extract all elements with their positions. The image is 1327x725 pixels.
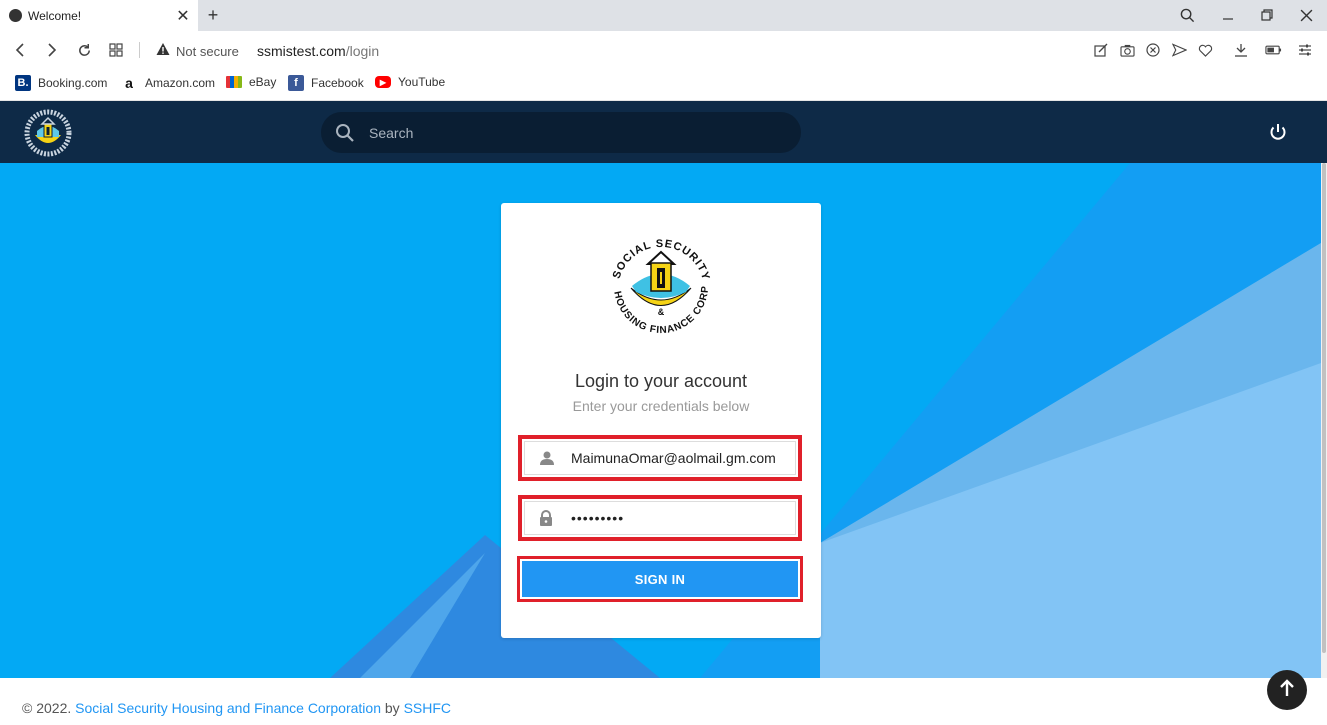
restore-icon[interactable] [1253, 3, 1281, 27]
heart-icon[interactable] [1196, 41, 1214, 59]
ebay-icon [226, 76, 242, 88]
bookmark-youtube[interactable]: ▶ YouTube [375, 75, 445, 89]
sshfc-logo-icon[interactable] [18, 109, 78, 157]
email-input[interactable] [571, 450, 791, 466]
login-card: SOCIAL SECURITY HOUSING FINANCE CORPORAT… [501, 203, 821, 638]
browser-search-icon[interactable] [1173, 3, 1201, 27]
search-bar [321, 112, 801, 153]
minimize-icon[interactable] [1214, 3, 1242, 27]
url-field[interactable]: ssmistest.com/login [257, 43, 379, 59]
back-icon[interactable] [9, 39, 31, 61]
footer-text: © 2022. Social Security Housing and Fina… [22, 700, 451, 716]
tab-favicon-icon [9, 9, 22, 22]
page-footer: © 2022. Social Security Housing and Fina… [0, 678, 1327, 725]
login-title: Login to your account [574, 371, 748, 391]
settings-sliders-icon[interactable] [1296, 41, 1314, 59]
sshfc-seal-logo: SOCIAL SECURITY HOUSING FINANCE CORPORAT… [592, 220, 726, 348]
address-bar: Not secure ssmistest.com/login [0, 31, 1327, 69]
amazon-icon: a [121, 75, 137, 91]
arrow-up-icon [1279, 678, 1295, 702]
bookmark-label: Facebook [311, 76, 364, 90]
bookmark-amazon[interactable]: a Amazon.com [121, 75, 215, 91]
browser-tab-bar: Welcome! ✕ + [0, 0, 1327, 31]
search-input[interactable] [369, 112, 789, 153]
password-field[interactable]: ••••••••• [524, 501, 796, 535]
login-subtitle: Enter your credentials below [572, 398, 750, 414]
facebook-icon: f [288, 75, 304, 91]
url-path: /login [345, 43, 380, 59]
footer-brand-link[interactable]: SSHFC [404, 700, 451, 716]
bookmark-booking[interactable]: B. Booking.com [15, 75, 107, 91]
block-icon[interactable] [1144, 41, 1162, 59]
username-field[interactable] [524, 441, 796, 475]
download-icon[interactable] [1232, 41, 1250, 59]
bookmark-label: Booking.com [38, 76, 108, 90]
window-close-icon[interactable] [1292, 3, 1320, 27]
svg-text:&: & [658, 307, 665, 317]
footer-org-link[interactable]: Social Security Housing and Finance Corp… [75, 700, 381, 716]
new-tab-button[interactable]: + [203, 4, 223, 26]
warning-icon[interactable] [156, 42, 170, 56]
page-scrollbar[interactable] [1321, 163, 1327, 678]
tab-title: Welcome! [28, 8, 82, 23]
lock-icon [539, 510, 555, 526]
username-field-highlight [518, 435, 802, 481]
send-icon[interactable] [1170, 41, 1188, 59]
scroll-to-top-button[interactable] [1267, 670, 1307, 710]
speed-dial-icon[interactable] [105, 39, 127, 61]
bookmarks-bar: B. Booking.com a Amazon.com eBay f Faceb… [0, 69, 1327, 101]
youtube-icon: ▶ [375, 76, 391, 88]
edit-icon[interactable] [1092, 41, 1110, 59]
sign-in-button[interactable]: SIGN IN [522, 561, 798, 597]
app-header [0, 101, 1327, 163]
bookmark-label: Amazon.com [145, 76, 216, 90]
scrollbar-thumb[interactable] [1322, 163, 1326, 653]
password-input[interactable]: ••••••••• [571, 510, 624, 526]
tab-close-icon[interactable]: ✕ [172, 5, 194, 27]
bookmark-ebay[interactable]: eBay [226, 75, 276, 89]
bookmark-label: YouTube [398, 75, 446, 89]
search-icon[interactable] [335, 123, 355, 143]
camera-icon[interactable] [1118, 41, 1136, 59]
divider [139, 42, 140, 58]
bookmark-label: eBay [249, 75, 277, 89]
not-secure-label[interactable]: Not secure [176, 44, 239, 59]
url-host: ssmistest.com [257, 43, 346, 59]
browser-tab[interactable]: Welcome! ✕ [0, 0, 198, 31]
reload-icon[interactable] [73, 39, 95, 61]
footer-copyright: © 2022. [22, 700, 72, 716]
booking-icon: B. [15, 75, 31, 91]
power-icon[interactable] [1266, 120, 1290, 144]
password-field-highlight: ••••••••• [518, 495, 802, 541]
footer-by: by [384, 700, 400, 716]
forward-icon[interactable] [41, 39, 63, 61]
bookmark-facebook[interactable]: f Facebook [288, 75, 364, 91]
battery-icon[interactable] [1264, 41, 1282, 59]
user-icon [539, 450, 555, 466]
signin-button-highlight: SIGN IN [517, 556, 803, 602]
